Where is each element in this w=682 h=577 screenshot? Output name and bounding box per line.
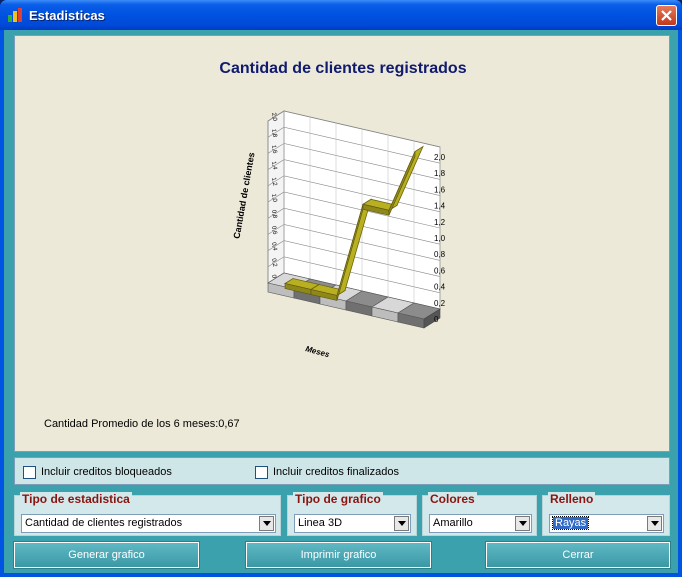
colors-label: Colores xyxy=(428,492,477,506)
checkbox-box[interactable] xyxy=(23,465,36,479)
y-tick-label: 0 xyxy=(434,315,439,324)
y-tick-label: 0,2 xyxy=(434,299,446,308)
chart-type-label: Tipo de grafico xyxy=(293,492,383,506)
chart-area: 00,20,40,60,81,01,21,41,61,82,000,20,40,… xyxy=(232,110,446,359)
checkbox-box[interactable] xyxy=(255,465,268,479)
fill-select[interactable]: Rayas xyxy=(549,514,664,533)
y-tick-label: 1,4 xyxy=(434,202,446,211)
options-row: Incluir creditos bloqueados Incluir cred… xyxy=(14,457,670,485)
stat-type-value: Cantidad de clientes registrados xyxy=(25,517,183,529)
average-text: Cantidad Promedio de los 6 meses:0,67 xyxy=(44,418,240,430)
x-axis-label: Meses xyxy=(304,344,330,359)
chevron-down-icon[interactable] xyxy=(394,516,409,531)
chevron-down-icon[interactable] xyxy=(515,516,530,531)
statistics-window: Estadisticas Cantidad de clientes regist… xyxy=(0,0,682,577)
colors-select[interactable]: Amarillo xyxy=(429,514,532,533)
y-axis-label: Cantidad de clientes xyxy=(232,152,257,240)
colors-value: Amarillo xyxy=(433,517,473,529)
window-content: Cantidad de clientes registrados 0 0,2 0,4… xyxy=(4,30,678,573)
y-tick-label: 0,8 xyxy=(434,250,446,259)
close-icon xyxy=(661,10,672,21)
app-icon xyxy=(8,8,22,22)
chart-type-value: Linea 3D xyxy=(298,517,343,529)
include-finished-checkbox[interactable]: Incluir creditos finalizados xyxy=(255,465,399,479)
chevron-down-icon[interactable] xyxy=(647,516,662,531)
include-blocked-label: Incluir creditos bloqueados xyxy=(41,466,172,478)
chart-type-group: Tipo de grafico Linea 3D xyxy=(287,492,417,536)
close-window-button[interactable] xyxy=(656,5,677,26)
y-tick-label: 0,4 xyxy=(434,283,446,292)
stat-type-select[interactable]: Cantidad de clientes registrados xyxy=(21,514,276,533)
include-blocked-checkbox[interactable]: Incluir creditos bloqueados xyxy=(23,465,172,479)
y-tick-label: 0,6 xyxy=(434,266,446,275)
y-tick-label: 2,0 xyxy=(434,153,446,162)
stat-type-label: Tipo de estadistica xyxy=(20,492,132,506)
chevron-down-icon[interactable] xyxy=(259,516,274,531)
fill-value: Rayas xyxy=(551,516,590,530)
y-tick-label: 1,8 xyxy=(434,169,446,178)
y-tick-label: 1,0 xyxy=(434,234,446,243)
fill-label: Relleno xyxy=(548,492,596,506)
generate-chart-button[interactable]: Generar grafico xyxy=(13,541,200,569)
chart-panel: Cantidad de clientes registrados 0 0,2 0,4… xyxy=(14,35,670,452)
colors-group: Colores Amarillo xyxy=(422,492,537,536)
fill-group: Relleno Rayas xyxy=(542,492,670,536)
y-tick-label: 1,2 xyxy=(434,218,446,227)
print-chart-button[interactable]: Imprimir grafico xyxy=(245,541,432,569)
chart-type-select[interactable]: Linea 3D xyxy=(294,514,411,533)
y-tick-label: 1,6 xyxy=(434,185,446,194)
close-button[interactable]: Cerrar xyxy=(485,541,671,569)
stat-type-group: Tipo de estadistica Cantidad de clientes… xyxy=(14,492,281,536)
window-title: Estadisticas xyxy=(29,8,105,23)
include-finished-label: Incluir creditos finalizados xyxy=(273,466,399,478)
title-bar[interactable]: Estadisticas xyxy=(0,0,682,30)
